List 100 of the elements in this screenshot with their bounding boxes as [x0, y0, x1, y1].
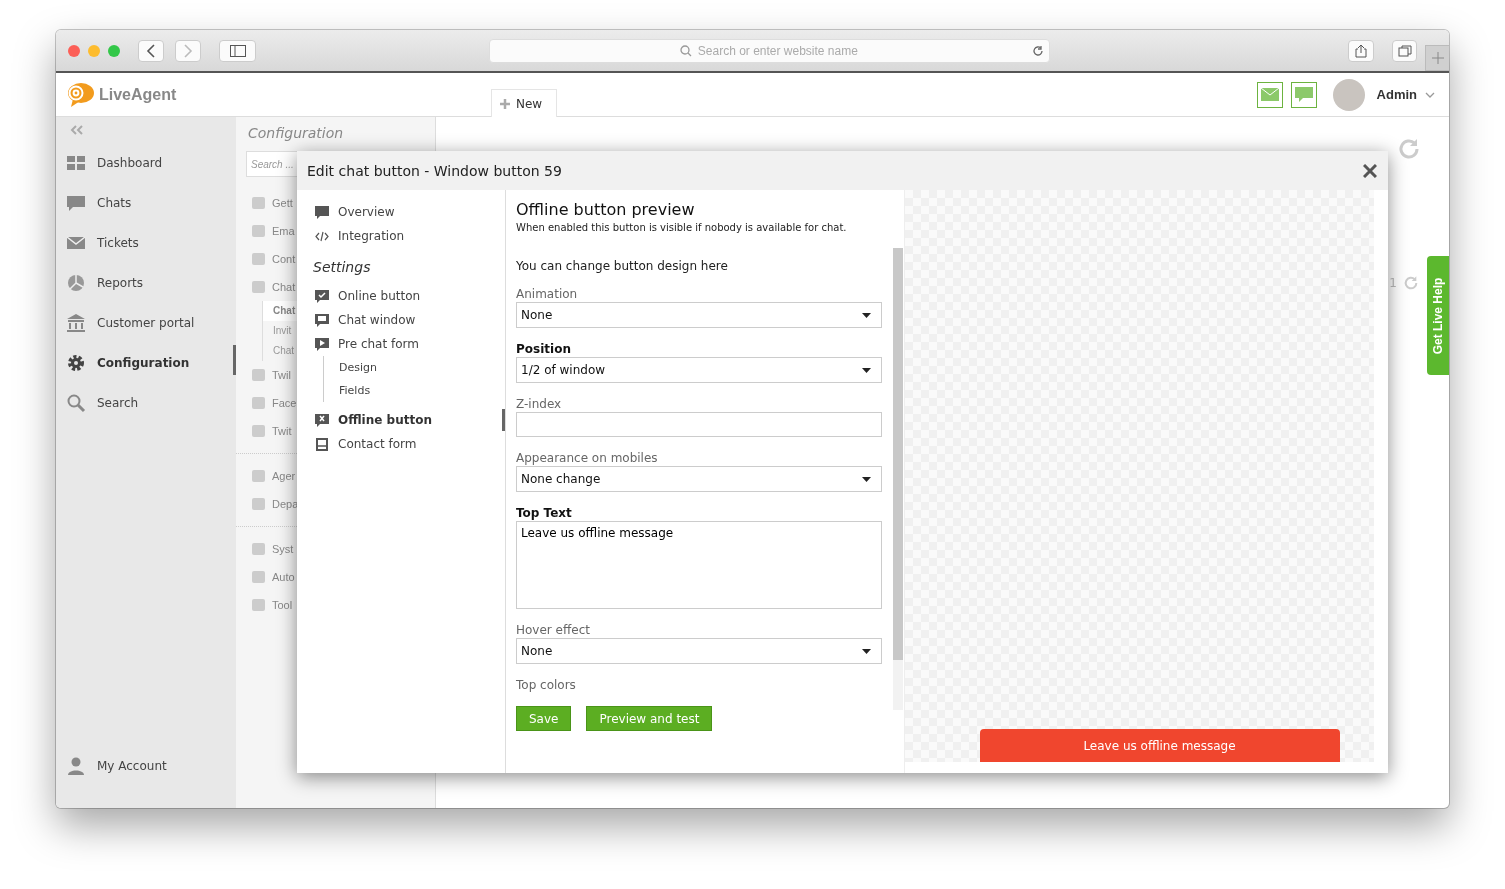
config-icon: [252, 543, 265, 555]
nav-subitem[interactable]: Fields: [323, 379, 505, 402]
scrollbar[interactable]: [893, 248, 903, 710]
search-icon: [680, 44, 693, 57]
nav-item[interactable]: Pre chat form: [315, 332, 505, 356]
window-icon: [315, 313, 329, 327]
offline-message-button[interactable]: Leave us offline message: [979, 729, 1340, 762]
caret-icon: [862, 367, 871, 373]
nav-item[interactable]: Contact form: [315, 432, 505, 456]
chat-icon: [66, 193, 86, 213]
field-label: Animation: [516, 287, 579, 301]
dashboard-icon: [66, 153, 86, 173]
share-button[interactable]: [1348, 39, 1374, 62]
panel-title: Configuration: [247, 125, 345, 141]
code-icon: [315, 229, 329, 243]
forward-button[interactable]: [175, 39, 201, 62]
chat-icon: [1294, 87, 1313, 102]
bank-icon: [66, 313, 86, 333]
chevron-left-icon: [146, 43, 156, 58]
search-icon: [66, 393, 86, 413]
nav-item[interactable]: Online button: [315, 284, 505, 308]
sidebar-item[interactable]: Configuration: [56, 343, 236, 383]
config-icon: [252, 197, 265, 209]
config-icon: [252, 571, 265, 583]
sidebar-item[interactable]: Chats: [56, 183, 236, 223]
close-icon[interactable]: [1363, 163, 1377, 178]
pager-text: 1: [1389, 276, 1397, 290]
reload-icon[interactable]: [1032, 44, 1045, 57]
field-label: Hover effect: [516, 623, 591, 637]
logo-text: LiveAgent: [99, 85, 177, 104]
config-icon: [252, 498, 265, 510]
play-icon: [315, 337, 329, 351]
field-label: Position: [516, 342, 572, 356]
close-window-icon[interactable]: [68, 44, 80, 57]
sidebar-item[interactable]: Search: [56, 383, 236, 423]
config-icon: [252, 281, 265, 293]
x-icon: [315, 413, 329, 427]
refresh-icon[interactable]: [1397, 137, 1421, 161]
sidebar-item[interactable]: Reports: [56, 263, 236, 303]
config-icon: [252, 225, 265, 237]
input-field[interactable]: [516, 412, 882, 437]
nav-heading: Settings: [313, 258, 372, 277]
config-icon: [252, 369, 265, 381]
field-label: Top Text: [516, 506, 573, 520]
envelope-icon: [1260, 88, 1279, 101]
plus-icon: [1431, 52, 1444, 64]
field-label: Appearance on mobiles: [516, 451, 659, 465]
config-icon: [252, 425, 265, 437]
text-area[interactable]: Leave us offline message: [516, 521, 882, 609]
dropdown[interactable]: None: [516, 302, 882, 328]
pie-chart-icon: [66, 273, 86, 293]
dialog-title: Edit chat button - Window button 59: [307, 162, 562, 179]
refresh-icon[interactable]: [1403, 275, 1419, 291]
form-description: When enabled this button is visible if nobody is available for chat.: [516, 222, 848, 233]
nav-item[interactable]: Chat window: [315, 308, 505, 332]
check-icon: [315, 289, 329, 303]
nav-subitem[interactable]: Design: [323, 356, 505, 379]
config-icon: [252, 253, 265, 265]
nav-item[interactable]: Integration: [315, 224, 505, 248]
user-menu[interactable]: Admin: [1376, 87, 1417, 102]
config-item[interactable]: Twit: [272, 425, 292, 437]
caret-icon: [862, 476, 871, 482]
tabs-icon: [1397, 44, 1412, 57]
chat-icon: [315, 205, 329, 219]
nav-item[interactable]: Offline button: [315, 408, 505, 432]
sidebar-item[interactable]: Tickets: [56, 223, 236, 263]
config-icon: [252, 470, 265, 482]
form-title: Offline button preview: [516, 200, 696, 219]
dropdown[interactable]: 1/2 of window: [516, 357, 882, 383]
config-icon: [252, 599, 265, 611]
sidebar-item[interactable]: Dashboard: [56, 143, 236, 183]
new-tab-button[interactable]: [1425, 45, 1449, 71]
chevron-right-icon: [183, 43, 193, 58]
sidebar-item[interactable]: My Account: [56, 746, 236, 786]
sidebar-item[interactable]: Customer portal: [56, 303, 236, 343]
address-field[interactable]: Search or enter website name: [489, 38, 1051, 63]
plus-icon: [500, 98, 510, 109]
back-button[interactable]: [138, 39, 164, 62]
new-button[interactable]: New: [491, 89, 558, 117]
settings-icon: [66, 353, 86, 373]
config-icon: [252, 397, 265, 409]
avatar[interactable]: [1332, 78, 1365, 111]
chevron-down-icon[interactable]: [1425, 91, 1435, 98]
caret-icon: [862, 648, 871, 654]
field-label: Z-index: [516, 397, 563, 411]
caret-icon: [862, 312, 871, 318]
sidebar-toggle-button[interactable]: [219, 39, 257, 62]
nav-item[interactable]: Overview: [315, 200, 505, 224]
dropdown[interactable]: None change: [516, 466, 882, 492]
person-icon: [66, 756, 86, 776]
field-label: Top colors: [516, 678, 577, 692]
zoom-window-icon[interactable]: [108, 44, 120, 57]
sidebar-icon: [229, 44, 246, 57]
collapse-icon[interactable]: [70, 125, 84, 135]
config-item[interactable]: Syst: [272, 543, 294, 555]
dropdown[interactable]: None: [516, 638, 882, 664]
email-button[interactable]: [1256, 81, 1283, 108]
minimize-window-icon[interactable]: [88, 44, 100, 57]
tabs-button[interactable]: [1391, 39, 1418, 62]
chat-button[interactable]: [1290, 81, 1317, 108]
